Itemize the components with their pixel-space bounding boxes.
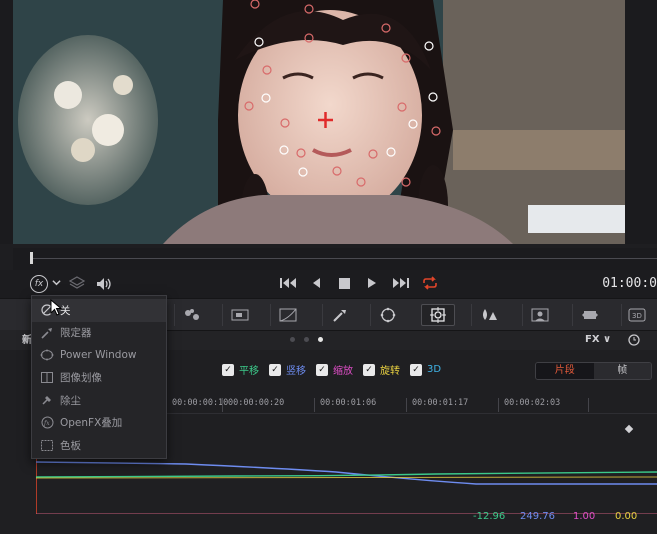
ruler-tick: 00:00:00:20 bbox=[222, 398, 284, 412]
checkbox-label: 3D bbox=[427, 364, 442, 375]
checkbox-label: 平移 bbox=[239, 366, 259, 377]
dust-icon bbox=[40, 393, 54, 407]
ruler-tick: 00:00:01:06 bbox=[314, 398, 376, 412]
timeline-scrubber[interactable] bbox=[13, 248, 657, 270]
readout-pan: -12.96 bbox=[473, 511, 506, 522]
mouse-cursor-icon bbox=[50, 299, 62, 316]
play-icon[interactable] bbox=[367, 277, 377, 289]
menu-item-label: OpenFX叠加 bbox=[60, 417, 123, 430]
tool-curves-icon[interactable] bbox=[270, 304, 304, 326]
reset-icon[interactable] bbox=[627, 333, 641, 347]
menu-item-swatch[interactable]: 色板 bbox=[32, 434, 166, 457]
tool-key-icon[interactable] bbox=[522, 304, 556, 326]
checkbox-label: 缩放 bbox=[333, 366, 353, 377]
tool-3d-icon[interactable]: 3D bbox=[621, 304, 651, 326]
fx-overlay-icon[interactable]: fx bbox=[30, 275, 48, 293]
checkbox-3d[interactable]: ✓ 3D bbox=[410, 362, 441, 377]
timecode-display: 01:00:0 bbox=[602, 276, 657, 291]
fx-icon: fx bbox=[40, 416, 54, 430]
speaker-icon[interactable] bbox=[95, 276, 113, 292]
swatch-icon bbox=[40, 438, 54, 452]
tool-blur-icon[interactable] bbox=[471, 304, 505, 326]
layers-icon[interactable] bbox=[69, 276, 85, 290]
loop-icon[interactable] bbox=[421, 276, 439, 290]
checkbox-box[interactable]: ✓ bbox=[269, 363, 281, 376]
menu-item-power-window[interactable]: Power Window bbox=[32, 344, 166, 367]
segment-frame[interactable]: 帧 bbox=[593, 363, 651, 379]
keyframe-marker bbox=[624, 424, 634, 434]
menu-item-qualifier[interactable]: 限定器 bbox=[32, 322, 166, 345]
tool-sizing-icon[interactable] bbox=[572, 304, 606, 326]
skip-to-end-icon[interactable] bbox=[392, 277, 410, 289]
checkbox-tilt[interactable]: ✓ 竖移 bbox=[269, 362, 306, 377]
tool-tracker-icon[interactable] bbox=[421, 304, 455, 326]
readout-zoom: 1.00 bbox=[573, 511, 596, 522]
preview-frame bbox=[13, 0, 625, 244]
ruler-tick: 00:00:02:03 bbox=[498, 398, 560, 412]
checkbox-box[interactable]: ✓ bbox=[363, 363, 375, 376]
checkbox-label: 旋转 bbox=[380, 366, 400, 377]
page-dot-active[interactable] bbox=[318, 337, 323, 342]
tool-qualifier-icon[interactable] bbox=[322, 304, 356, 326]
svg-text:3D: 3D bbox=[632, 312, 642, 320]
segment-clip[interactable]: 片段 bbox=[536, 363, 594, 379]
checkbox-pan[interactable]: ✓ 平移 bbox=[222, 362, 259, 377]
image-wipe-icon bbox=[40, 371, 54, 385]
viewer-left-gutter bbox=[0, 0, 13, 244]
overlay-dropdown-menu: 关 限定器 Power Window 图像划像 除尘 fx OpenFX叠加 色… bbox=[31, 295, 167, 459]
page-dot[interactable] bbox=[304, 337, 309, 342]
step-back-icon[interactable] bbox=[311, 277, 321, 289]
video-preview[interactable] bbox=[13, 0, 625, 244]
menu-item-dust[interactable]: 除尘 bbox=[32, 389, 166, 412]
checkbox-zoom[interactable]: ✓ 缩放 bbox=[316, 362, 353, 377]
checkbox-box[interactable]: ✓ bbox=[316, 363, 328, 376]
checkbox-rotate[interactable]: ✓ 旋转 bbox=[363, 362, 400, 377]
menu-item-label: 除尘 bbox=[60, 394, 81, 407]
playhead[interactable] bbox=[30, 252, 33, 264]
ruler-tick: 00:00:01:17 bbox=[406, 398, 468, 412]
ruler-tick-end bbox=[588, 398, 594, 412]
chevron-down-icon[interactable] bbox=[52, 278, 61, 287]
stop-icon[interactable] bbox=[339, 278, 350, 289]
window-icon bbox=[40, 348, 54, 362]
page-indicator[interactable] bbox=[290, 337, 323, 342]
fx-select[interactable]: FX ∨ bbox=[585, 334, 611, 345]
tool-node-icon[interactable] bbox=[174, 304, 208, 326]
skip-to-start-icon[interactable] bbox=[279, 277, 297, 289]
svg-text:fx: fx bbox=[43, 420, 50, 427]
viewer-right-gutter bbox=[625, 0, 657, 244]
menu-item-label: 色板 bbox=[60, 439, 81, 452]
readout-rotate: 0.00 bbox=[615, 511, 638, 522]
ruler-tick: 00:00:00:10 bbox=[166, 398, 228, 412]
readout-tilt: 249.76 bbox=[520, 511, 555, 522]
menu-item-label: 限定器 bbox=[60, 327, 92, 340]
tool-window-icon[interactable] bbox=[370, 304, 404, 326]
eyedropper-icon bbox=[40, 326, 54, 340]
menu-item-image-wipe[interactable]: 图像划像 bbox=[32, 367, 166, 390]
fx-label: fx bbox=[34, 279, 44, 289]
checkbox-box[interactable]: ✓ bbox=[410, 363, 422, 376]
menu-item-label: Power Window bbox=[60, 349, 137, 362]
curve-checkboxes: ✓ 平移 ✓ 竖移 ✓ 缩放 ✓ 旋转 ✓ 3D bbox=[222, 362, 441, 377]
checkbox-box[interactable]: ✓ bbox=[222, 363, 234, 376]
tool-resize-icon[interactable] bbox=[222, 304, 256, 326]
checkbox-label: 竖移 bbox=[286, 366, 306, 377]
page-dot[interactable] bbox=[290, 337, 295, 342]
scrubber-track[interactable] bbox=[31, 258, 657, 259]
menu-item-label: 图像划像 bbox=[60, 372, 102, 385]
transport-bar: fx 01:00:0 bbox=[0, 270, 657, 298]
clip-frame-toggle[interactable]: 片段 帧 bbox=[535, 362, 652, 380]
menu-item-openfx[interactable]: fx OpenFX叠加 bbox=[32, 412, 166, 435]
